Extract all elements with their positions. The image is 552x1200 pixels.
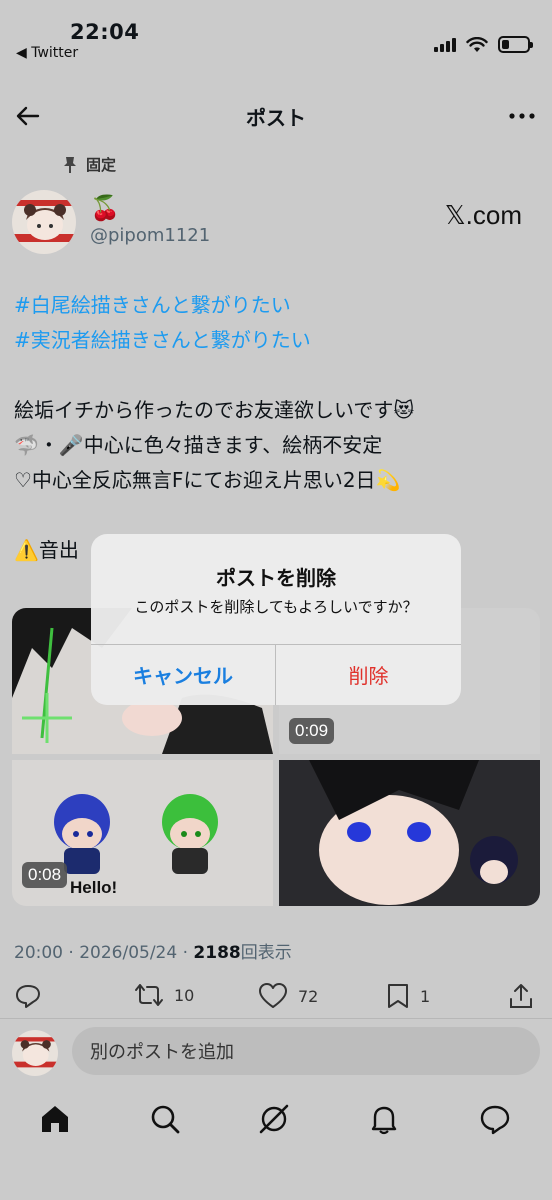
- bookmark-button[interactable]: 1: [386, 982, 430, 1010]
- nav-header: ポスト: [0, 88, 552, 144]
- reply-icon: [16, 985, 40, 1008]
- pin-icon: [64, 156, 76, 173]
- hashtag-link[interactable]: #白尾絵描きさんと繋がりたい: [14, 288, 534, 323]
- video-duration: 0:08: [22, 862, 68, 888]
- pinned-label: 固定: [86, 156, 117, 174]
- divider: [0, 1018, 552, 1019]
- delete-post-dialog: ポストを削除 このポストを削除してもよろしいですか？ キャンセル 削除: [91, 534, 461, 705]
- post-text-line: ♡中心全反応無言Fにてお迎え片思い2日💫: [14, 468, 401, 492]
- delete-button[interactable]: 削除: [276, 644, 461, 705]
- post-meta: 20:00 · 2026/05/24 · 2188回表示: [14, 938, 292, 963]
- hashtag-link[interactable]: #実況者絵描きさんと繋がりたい: [14, 323, 534, 358]
- post-timestamp: 20:00 · 2026/05/24 ·: [14, 943, 194, 963]
- reply-button[interactable]: [14, 982, 42, 1010]
- media-item[interactable]: 0:08 Hello!: [12, 760, 273, 906]
- post-actions: 10 72 1: [0, 982, 552, 1018]
- video-duration: 0:09: [289, 718, 335, 744]
- status-icons: [434, 36, 533, 53]
- pinned-indicator: 固定: [62, 154, 116, 175]
- like-button[interactable]: 72: [258, 982, 318, 1010]
- media-item[interactable]: [279, 760, 540, 906]
- bookmark-icon: [388, 984, 408, 1008]
- author-avatar[interactable]: [12, 190, 76, 254]
- screen: 22:04 ◀ Twitter ポスト 固定 🍒 @pipom1121 𝕏.co…: [0, 0, 552, 1200]
- messages-icon[interactable]: [478, 1102, 512, 1136]
- home-icon[interactable]: [38, 1102, 72, 1136]
- heart-icon: [259, 983, 287, 1008]
- search-icon[interactable]: [148, 1102, 182, 1136]
- dialog-message: このポストを削除してもよろしいですか？: [134, 598, 418, 616]
- bottom-tab-bar: [0, 1094, 552, 1150]
- retweet-button[interactable]: 10: [134, 982, 194, 1008]
- like-count: 72: [298, 986, 319, 1006]
- retweet-icon: [135, 984, 163, 1006]
- current-user-avatar: [12, 1030, 58, 1076]
- share-button[interactable]: [508, 982, 534, 1010]
- post-text-line: 絵垢イチから作ったのでお友達欲しいです😻: [14, 398, 415, 422]
- status-bar: 22:04 ◀ Twitter: [0, 0, 552, 70]
- add-post-input[interactable]: 別のポストを追加: [72, 1027, 540, 1075]
- battery-icon: [498, 36, 533, 53]
- page-title: ポスト: [246, 106, 306, 130]
- notifications-bell-icon[interactable]: [367, 1102, 401, 1136]
- dialog-title: ポストを削除: [216, 566, 336, 590]
- author-display-name[interactable]: 🍒: [90, 194, 120, 222]
- retweet-count: 10: [174, 985, 195, 1005]
- back-to-app-link[interactable]: ◀ Twitter: [16, 45, 78, 61]
- cellular-signal-icon: [434, 37, 456, 52]
- wifi-icon: [466, 36, 488, 52]
- view-count: 2188: [193, 943, 241, 963]
- author-handle[interactable]: @pipom1121: [90, 225, 210, 246]
- bookmark-count: 1: [420, 986, 431, 1006]
- more-options-icon[interactable]: [506, 100, 538, 132]
- post-text-line: 🦈・🎤中心に色々描きます、絵柄不安定: [14, 433, 383, 457]
- cancel-button[interactable]: キャンセル: [91, 644, 275, 705]
- view-count-label: 回表示: [240, 943, 292, 963]
- status-time: 22:04: [70, 20, 140, 44]
- x-com-link[interactable]: 𝕏.com: [445, 200, 522, 231]
- post-body: #白尾絵描きさんと繋がりたい #実況者絵描きさんと繋がりたい 絵垢イチから作った…: [14, 288, 534, 568]
- grok-icon[interactable]: [257, 1102, 291, 1136]
- share-icon: [510, 984, 532, 1008]
- media-caption: Hello!: [70, 878, 118, 897]
